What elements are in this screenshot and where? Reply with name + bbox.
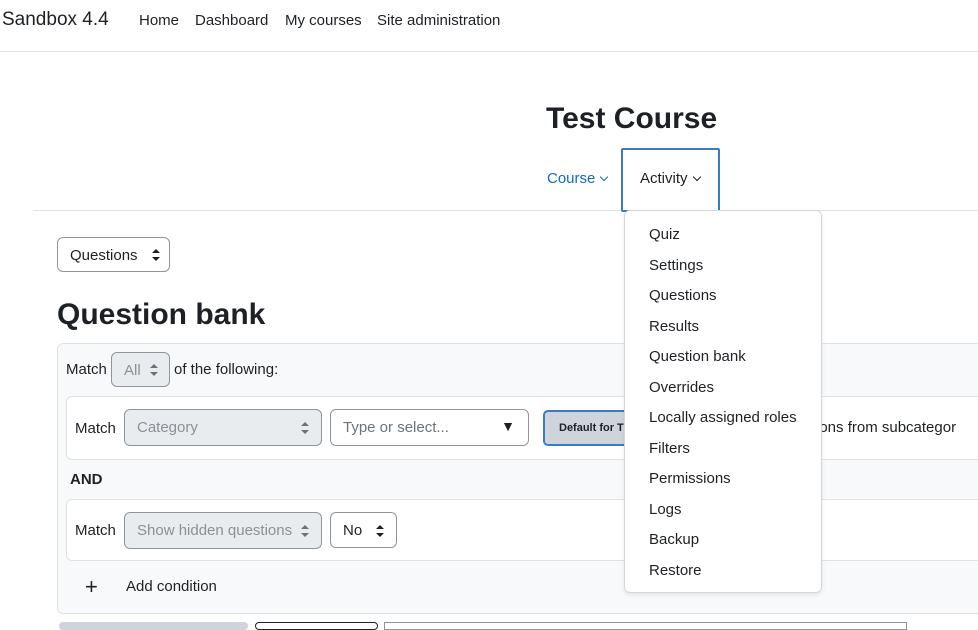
tab-activity-label: Activity xyxy=(640,170,688,187)
menu-item-overrides[interactable]: Overrides xyxy=(649,379,714,396)
menu-item-question-bank[interactable]: Question bank xyxy=(649,348,746,365)
menu-item-quiz[interactable]: Quiz xyxy=(649,226,680,243)
menu-item-results[interactable]: Results xyxy=(649,318,699,335)
questions-select-value: Questions xyxy=(70,247,138,264)
apply-filters-button[interactable] xyxy=(59,622,248,630)
of-following-label: of the following: xyxy=(174,361,279,378)
questions-table-header xyxy=(384,622,907,630)
category-search-input[interactable]: Type or select... ▼ xyxy=(330,409,529,446)
menu-item-backup[interactable]: Backup xyxy=(649,531,699,548)
and-label: AND xyxy=(70,471,103,488)
page-title: Question bank xyxy=(57,298,266,331)
select-arrows-icon xyxy=(301,422,309,434)
category-chip-label: Default for T xyxy=(559,422,624,434)
menu-item-filters[interactable]: Filters xyxy=(649,440,690,457)
select-arrows-icon xyxy=(376,525,384,537)
course-title: Test Course xyxy=(546,102,718,135)
category-search-placeholder: Type or select... xyxy=(343,419,449,436)
select-arrows-icon xyxy=(301,525,309,537)
tab-course-label: Course xyxy=(547,170,596,187)
menu-item-settings[interactable]: Settings xyxy=(649,257,703,274)
hidden-value: No xyxy=(343,522,363,539)
select-arrows-icon xyxy=(152,249,160,261)
menu-item-logs[interactable]: Logs xyxy=(649,501,682,518)
site-name[interactable]: Sandbox 4.4 xyxy=(2,9,109,31)
condition2-type-value: Show hidden questions xyxy=(137,522,293,539)
condition1-type-value: Category xyxy=(137,419,198,436)
select-arrows-icon xyxy=(150,364,158,376)
questions-select[interactable]: Questions xyxy=(57,237,170,272)
menu-item-questions[interactable]: Questions xyxy=(649,287,717,304)
condition2-type-select[interactable]: Show hidden questions xyxy=(124,512,322,549)
condition2-match-label: Match xyxy=(75,522,116,539)
tab-course[interactable]: Course xyxy=(547,170,609,187)
condition1-match-label: Match xyxy=(75,420,116,437)
clear-filters-button[interactable] xyxy=(255,622,378,630)
dropdown-triangle-icon[interactable]: ▼ xyxy=(501,418,515,434)
nav-home[interactable]: Home xyxy=(139,12,179,29)
nav-site-administration[interactable]: Site administration xyxy=(377,12,500,29)
chevron-down-icon xyxy=(600,172,609,182)
menu-item-restore[interactable]: Restore xyxy=(649,562,702,579)
menu-item-locally-assigned-roles[interactable]: Locally assigned roles xyxy=(649,409,797,426)
plus-icon[interactable]: + xyxy=(85,574,98,600)
nav-my-courses[interactable]: My courses xyxy=(285,12,362,29)
condition1-type-select[interactable]: Category xyxy=(124,409,322,446)
secondary-nav-divider xyxy=(33,210,978,211)
match-label: Match xyxy=(66,361,107,378)
tab-activity[interactable]: Activity xyxy=(640,170,701,187)
hidden-value-select[interactable]: No xyxy=(330,512,397,548)
activity-dropdown-menu: Quiz Settings Questions Results Question… xyxy=(624,210,822,593)
match-all-value: All xyxy=(124,362,141,379)
add-condition-button[interactable]: Add condition xyxy=(126,578,217,595)
match-all-select[interactable]: All xyxy=(111,352,170,387)
menu-item-permissions[interactable]: Permissions xyxy=(649,470,731,487)
nav-dashboard[interactable]: Dashboard xyxy=(195,12,268,29)
filter-panel xyxy=(57,343,978,614)
chevron-down-icon xyxy=(692,172,701,182)
